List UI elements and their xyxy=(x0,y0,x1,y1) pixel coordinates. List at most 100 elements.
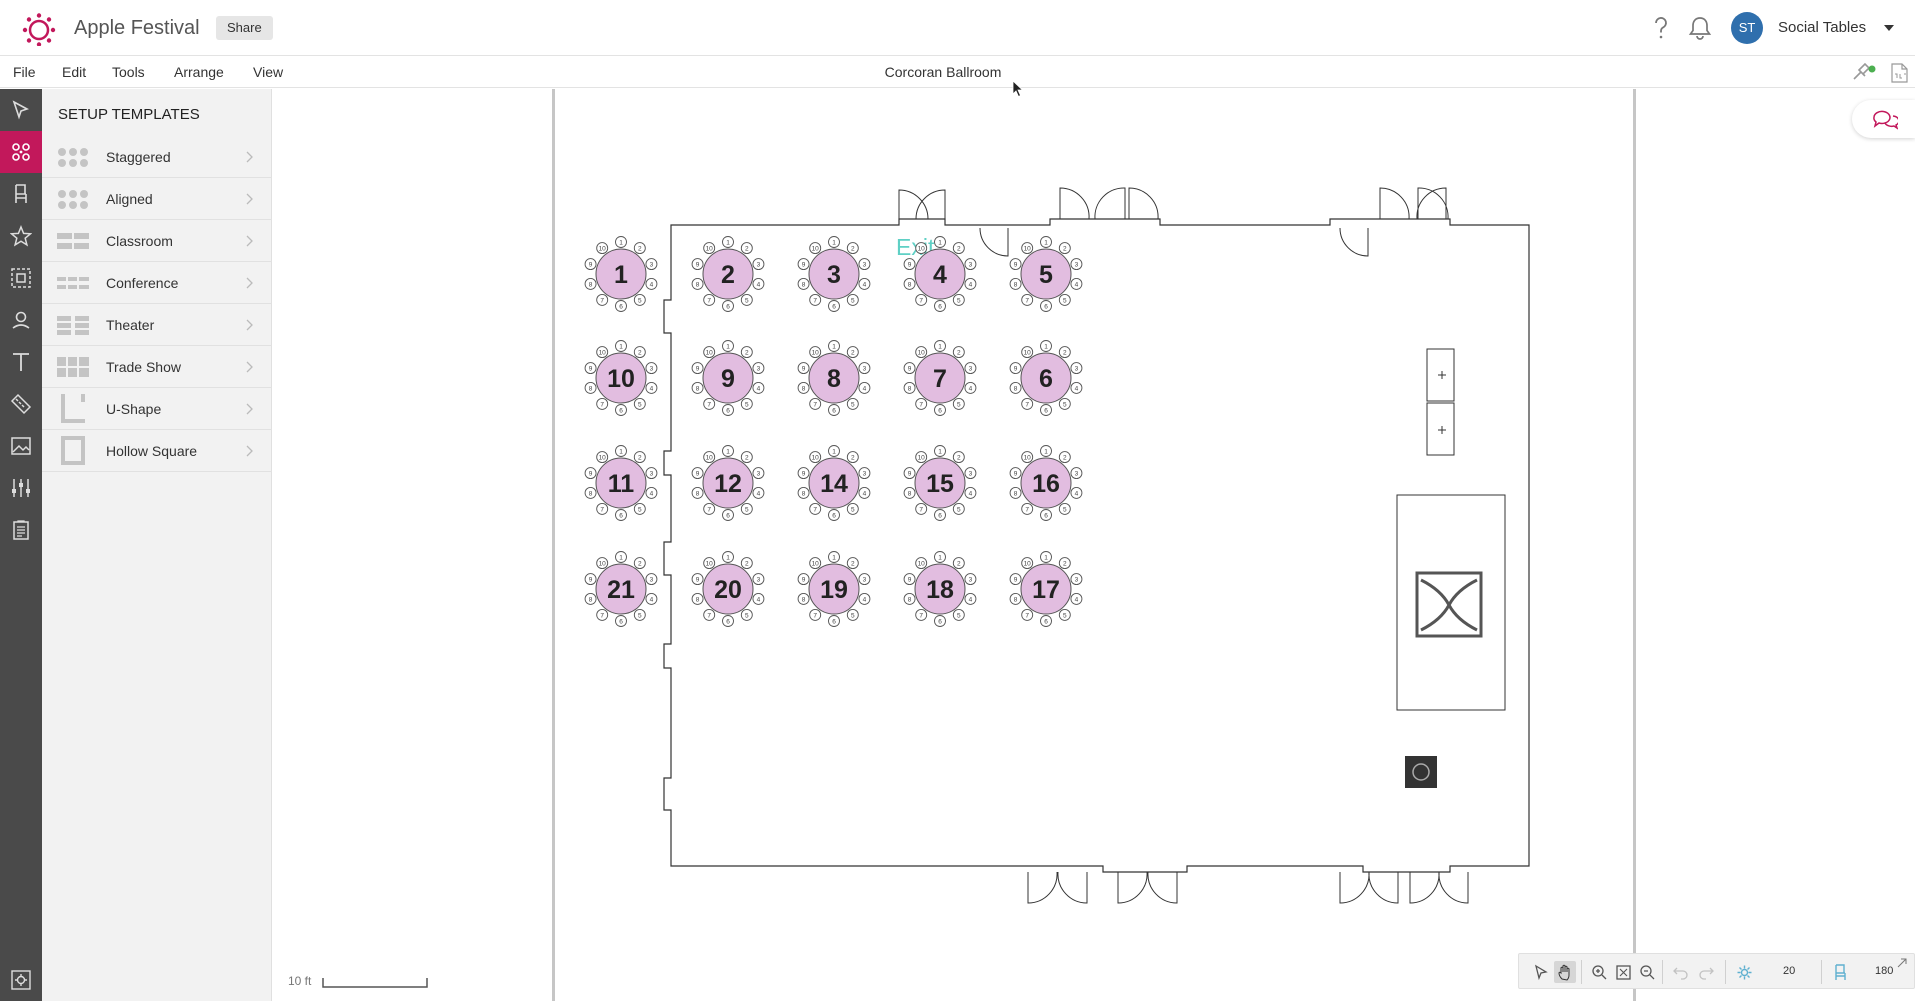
seat-number: 5 xyxy=(957,506,961,513)
seat-number: 5 xyxy=(957,297,961,304)
table-19[interactable]: 1 2 3 4 5 6 7 8 9 10 19 xyxy=(797,551,871,627)
chat-button[interactable] xyxy=(1852,100,1915,138)
table-18[interactable]: 1 2 3 4 5 6 7 8 9 10 18 xyxy=(903,551,977,627)
seat-number: 2 xyxy=(638,350,642,357)
seat-number: 8 xyxy=(696,490,700,497)
user-name[interactable]: Social Tables xyxy=(1778,19,1866,36)
seat-number: 3 xyxy=(1075,577,1079,584)
table-16[interactable]: 1 2 3 4 5 6 7 8 9 10 16 xyxy=(1009,445,1083,521)
share-button[interactable]: Share xyxy=(216,16,273,40)
grid-settings-button[interactable] xyxy=(1733,961,1755,983)
seat-number: 3 xyxy=(863,471,867,478)
menu-arrange[interactable]: Arrange xyxy=(174,64,224,80)
table-5[interactable]: 1 2 3 4 5 6 7 8 9 10 5 xyxy=(1009,236,1083,312)
pdf-export-icon[interactable] xyxy=(1891,63,1908,83)
chair-count-button[interactable] xyxy=(1829,961,1851,983)
seat-number: 6 xyxy=(619,513,623,520)
zoom-out-button[interactable] xyxy=(1636,961,1658,983)
table-6[interactable]: 1 2 3 4 5 6 7 8 9 10 6 xyxy=(1009,340,1083,416)
table-10[interactable]: 1 2 3 4 5 6 7 8 9 10 10 xyxy=(584,340,658,416)
table-3[interactable]: 1 2 3 4 5 6 7 8 9 10 3 xyxy=(797,236,871,312)
seat-number: 7 xyxy=(707,506,711,513)
seat-number: 5 xyxy=(638,297,642,304)
floor-plan[interactable]: Exit 12345678910112345678910212345678910… xyxy=(560,170,1560,920)
menu-view[interactable]: View xyxy=(253,64,283,80)
template-conference[interactable]: Conference xyxy=(42,262,272,304)
rail-chairs-button[interactable] xyxy=(0,173,42,215)
rail-favorites-button[interactable] xyxy=(0,215,42,257)
table-21[interactable]: 1 2 3 4 5 6 7 8 9 10 21 xyxy=(584,551,658,627)
menu-edit[interactable]: Edit xyxy=(62,64,86,80)
seat-number: 6 xyxy=(1044,408,1048,415)
redo-button[interactable] xyxy=(1695,961,1717,983)
rail-measure-button[interactable] xyxy=(0,383,42,425)
seat-number: 1 xyxy=(938,344,942,351)
table-11[interactable]: 1 2 3 4 5 6 7 8 9 10 11 xyxy=(584,445,658,521)
rail-notes-button[interactable] xyxy=(0,509,42,551)
seat-number: 2 xyxy=(745,350,749,357)
rail-text-button[interactable] xyxy=(0,341,42,383)
seat-number: 9 xyxy=(802,577,806,584)
menu-file[interactable]: File xyxy=(13,64,36,80)
zoom-in-button[interactable] xyxy=(1588,961,1610,983)
rail-tables-button[interactable] xyxy=(0,131,42,173)
star-icon xyxy=(10,225,32,247)
seat-number: 8 xyxy=(908,385,912,392)
seat-number: 3 xyxy=(969,262,973,269)
undo-button[interactable] xyxy=(1669,961,1691,983)
select-tool-button[interactable] xyxy=(1530,961,1552,983)
chevron-down-icon[interactable] xyxy=(1881,20,1897,36)
table-1[interactable]: 1 2 3 4 5 6 7 8 9 10 1 xyxy=(584,236,658,312)
template-hollow-square[interactable]: Hollow Square xyxy=(42,430,272,472)
scale-label: 10 ft xyxy=(288,974,312,988)
template-trade-show[interactable]: Trade Show xyxy=(42,346,272,388)
grid-settings-icon xyxy=(1737,965,1751,979)
rail-settings-button[interactable] xyxy=(0,959,42,1001)
menu-tools[interactable]: Tools xyxy=(112,64,145,80)
seat-number: 10 xyxy=(1024,350,1032,357)
seat-number: 7 xyxy=(919,401,923,408)
grid-value: 20 xyxy=(1783,965,1796,977)
expand-icon[interactable] xyxy=(1896,957,1908,969)
fit-to-screen-button[interactable] xyxy=(1612,961,1634,983)
connection-status-icon[interactable] xyxy=(1851,62,1877,82)
template-staggered[interactable]: Staggered xyxy=(42,136,272,178)
table-8[interactable]: 1 2 3 4 5 6 7 8 9 10 8 xyxy=(797,340,871,416)
seat-number: 7 xyxy=(707,297,711,304)
pan-tool-button[interactable] xyxy=(1554,961,1576,983)
table-20[interactable]: 1 2 3 4 5 6 7 8 9 10 20 xyxy=(691,551,765,627)
template-aligned[interactable]: Aligned xyxy=(42,178,272,220)
seat-number: 6 xyxy=(938,619,942,626)
notifications-bell-icon[interactable] xyxy=(1687,15,1713,41)
table-12[interactable]: 1234567891012 xyxy=(691,445,765,521)
template-classroom[interactable]: Classroom xyxy=(42,220,272,262)
user-avatar[interactable]: ST xyxy=(1731,12,1763,44)
table-2[interactable]: 1 2 3 4 5 6 7 8 9 10 2 xyxy=(691,236,765,312)
seat-number: 1 xyxy=(726,449,730,456)
table-14[interactable]: 1 2 3 4 5 6 7 8 9 10 14 xyxy=(797,445,871,521)
document-title[interactable]: Corcoran Ballroom xyxy=(830,64,1056,80)
template-theater[interactable]: Theater xyxy=(42,304,272,346)
rail-location-button[interactable] xyxy=(0,299,42,341)
table-17[interactable]: 1 2 3 4 5 6 7 8 9 10 17 xyxy=(1009,551,1083,627)
seat-number: 5 xyxy=(638,401,642,408)
social-tables-logo-icon[interactable] xyxy=(22,12,56,46)
seat-number: 1 xyxy=(832,449,836,456)
table-number: 14 xyxy=(820,470,848,498)
template-label: Staggered xyxy=(106,149,171,165)
chevron-right-icon xyxy=(246,277,253,289)
rail-select-area-button[interactable] xyxy=(0,257,42,299)
help-icon[interactable] xyxy=(1650,15,1672,41)
seat-number: 7 xyxy=(600,612,604,619)
rail-adjust-button[interactable] xyxy=(0,467,42,509)
table-7[interactable]: 1 2 3 4 5 6 7 8 9 10 7 xyxy=(903,340,977,416)
seat-number: 1 xyxy=(726,344,730,351)
seat-number: 8 xyxy=(802,281,806,288)
rail-pointer-button[interactable] xyxy=(0,89,42,131)
table-15[interactable]: 1 2 3 4 5 6 7 8 9 10 15 xyxy=(903,445,977,521)
rail-image-button[interactable] xyxy=(0,425,42,467)
zoom-in-icon xyxy=(1591,964,1606,979)
seat-number: 3 xyxy=(969,471,973,478)
table-9[interactable]: 1 2 3 4 5 6 7 8 9 10 9 xyxy=(691,340,765,416)
template-u-shape[interactable]: U-Shape xyxy=(42,388,272,430)
